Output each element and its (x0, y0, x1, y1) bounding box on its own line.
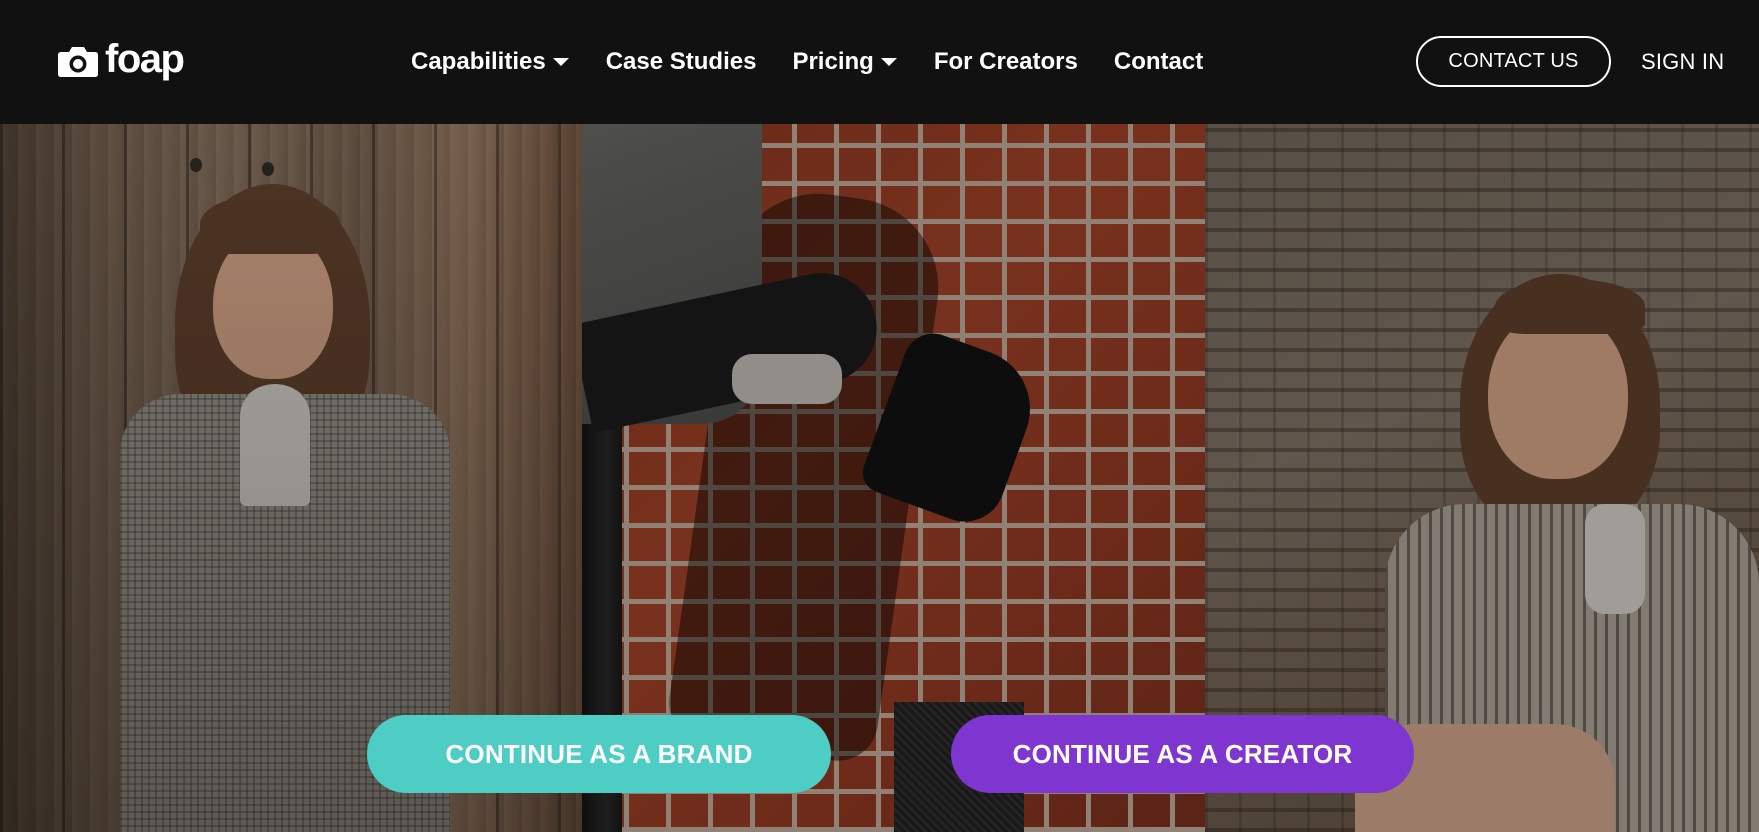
continue-as-creator-button[interactable]: CONTINUE AS A CREATOR (951, 715, 1414, 793)
nav-label: Pricing (792, 48, 874, 75)
top-navigation-bar: foap Capabilities Case Studies Pricing F… (0, 0, 1759, 124)
caret-down-icon (880, 56, 898, 68)
contact-us-button[interactable]: CONTACT US (1416, 36, 1611, 87)
foap-logo[interactable]: foap (57, 37, 185, 84)
nav-item-case-studies[interactable]: Case Studies (606, 48, 757, 76)
hero-section: CONTINUE AS A BRAND CONTINUE AS A CREATO… (0, 124, 1759, 832)
nav-label: For Creators (933, 48, 1078, 75)
main-nav: Capabilities Case Studies Pricing For Cr… (411, 42, 1203, 82)
continue-as-brand-button[interactable]: CONTINUE AS A BRAND (367, 715, 831, 793)
nav-item-contact[interactable]: Contact (1114, 48, 1203, 76)
nav-label: Capabilities (411, 48, 546, 75)
nav-label: Contact (1113, 48, 1204, 75)
nav-item-pricing[interactable]: Pricing (792, 48, 897, 76)
caret-down-icon (552, 56, 570, 68)
nav-item-for-creators[interactable]: For Creators (934, 48, 1078, 76)
nav-item-capabilities[interactable]: Capabilities (411, 48, 570, 76)
sign-in-link[interactable]: SIGN IN (1641, 46, 1724, 78)
nav-label: Case Studies (605, 48, 757, 75)
logo-wordmark: foap (105, 37, 185, 81)
camera-icon (57, 44, 99, 78)
